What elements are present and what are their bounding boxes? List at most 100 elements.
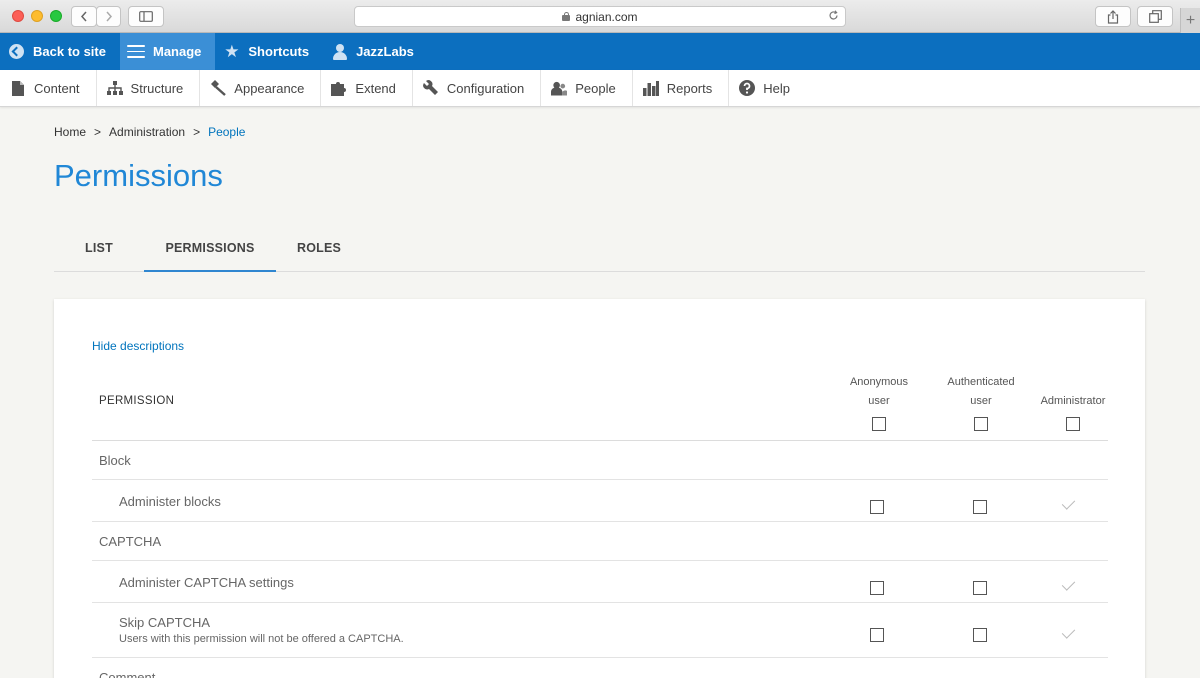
sidebar-toggle-button[interactable] <box>128 6 164 27</box>
zoom-window-button[interactable] <box>50 10 62 22</box>
lock-icon <box>562 12 571 21</box>
forward-nav-button[interactable] <box>96 6 121 27</box>
checkmark-icon <box>1061 496 1077 512</box>
role-name: Anonymous <box>849 376 909 388</box>
tabs-overview-button[interactable] <box>1137 6 1173 27</box>
role-column-authenticated: Authenticated user <box>931 373 1031 431</box>
back-nav-button[interactable] <box>71 6 97 27</box>
checkmark-icon <box>1061 577 1077 593</box>
browser-chrome: agnian.com + <box>0 0 1200 33</box>
permission-column-header: PERMISSION <box>99 395 175 407</box>
new-tab-button[interactable]: + <box>1180 8 1200 33</box>
tab-roles[interactable]: ROLES <box>276 225 362 271</box>
minimize-window-button[interactable] <box>31 10 43 22</box>
share-button[interactable] <box>1095 6 1131 27</box>
hamburger-icon <box>127 43 146 60</box>
breadcrumb-separator: > <box>193 125 201 139</box>
menu-item-structure[interactable]: Structure <box>97 70 201 106</box>
menu-item-label: People <box>575 80 616 96</box>
authenticated-permission-checkbox[interactable] <box>973 581 987 595</box>
group-label: CAPTCHA <box>99 534 162 549</box>
back-to-site-link[interactable]: Back to site <box>0 33 120 70</box>
menu-item-reports[interactable]: Reports <box>633 70 730 106</box>
sitemap-icon <box>106 80 123 96</box>
select-all-administrator-checkbox[interactable] <box>1066 417 1080 431</box>
menu-item-label: Content <box>34 80 80 96</box>
hide-descriptions-link[interactable]: Hide descriptions <box>92 339 184 353</box>
permission-row: Administer CAPTCHA settings <box>92 561 1108 603</box>
permission-row: Skip CAPTCHA Users with this permission … <box>92 603 1108 658</box>
anonymous-permission-checkbox[interactable] <box>870 500 884 514</box>
checkmark-icon <box>1061 625 1077 641</box>
shortcuts-tab[interactable]: ★ Shortcuts <box>215 33 323 70</box>
role-column-anonymous: Anonymous user <box>829 373 929 431</box>
menu-item-content[interactable]: Content <box>0 70 97 106</box>
role-name: user <box>970 395 992 407</box>
menu-item-label: Configuration <box>446 80 525 96</box>
role-name: user <box>868 395 890 407</box>
admin-toolbar: Back to site Manage ★ Shortcuts JazzLabs <box>0 33 1200 70</box>
user-icon <box>331 43 348 60</box>
role-name: Administrator <box>1040 395 1106 407</box>
chevron-right-icon <box>105 11 112 22</box>
group-label: Block <box>99 453 131 468</box>
people-icon <box>551 80 568 96</box>
menu-item-appearance[interactable]: Appearance <box>200 70 322 106</box>
breadcrumb-home[interactable]: Home <box>54 125 86 139</box>
breadcrumb: Home > Administration > People <box>54 125 245 139</box>
chevron-left-icon <box>80 11 87 22</box>
menu-item-label: Help <box>763 80 790 96</box>
puzzle-icon <box>331 80 347 96</box>
authenticated-permission-checkbox[interactable] <box>973 500 987 514</box>
menu-item-label: Appearance <box>234 80 305 96</box>
reload-icon[interactable] <box>828 10 839 24</box>
permission-group-row: CAPTCHA <box>92 522 1108 561</box>
menu-item-extend[interactable]: Extend <box>321 70 413 106</box>
address-bar[interactable]: agnian.com <box>354 6 846 27</box>
tab-list[interactable]: LIST <box>54 225 144 271</box>
tabs: LIST PERMISSIONS ROLES <box>54 225 1145 272</box>
url-text: agnian.com <box>575 9 638 24</box>
shortcuts-label: Shortcuts <box>248 44 310 59</box>
permission-row: Administer blocks <box>92 480 1108 522</box>
permission-group-row: Block <box>92 441 1108 480</box>
paintbrush-icon <box>210 80 227 96</box>
select-all-anonymous-checkbox[interactable] <box>872 417 886 431</box>
select-all-authenticated-checkbox[interactable] <box>974 417 988 431</box>
wrench-icon <box>423 80 439 96</box>
anonymous-permission-checkbox[interactable] <box>870 581 884 595</box>
menu-item-people[interactable]: People <box>541 70 633 106</box>
document-icon <box>10 80 26 96</box>
menu-item-label: Extend <box>355 80 396 96</box>
admin-menu: Content Structure Appearance Extend Conf… <box>0 70 1200 107</box>
role-name: Authenticated <box>947 376 1015 388</box>
menu-item-label: Structure <box>130 80 184 96</box>
menu-item-help[interactable]: Help <box>729 70 806 106</box>
permissions-table-header: PERMISSION Anonymous user Authenticated … <box>92 369 1108 441</box>
permissions-card: Hide descriptions PERMISSION Anonymous u… <box>54 299 1145 678</box>
star-icon: ★ <box>224 42 240 61</box>
manage-tab[interactable]: Manage <box>119 33 216 70</box>
role-column-administrator: Administrator <box>1023 392 1123 431</box>
bar-chart-icon <box>642 80 659 96</box>
menu-item-label: Reports <box>666 80 713 96</box>
permission-label: Administer CAPTCHA settings <box>119 575 294 590</box>
tabs-icon <box>1148 10 1162 23</box>
permission-label: Administer blocks <box>119 494 221 509</box>
sidebar-icon <box>139 11 153 22</box>
user-tab[interactable]: JazzLabs <box>323 33 428 70</box>
anonymous-permission-checkbox[interactable] <box>870 628 884 642</box>
help-icon <box>739 80 756 96</box>
manage-label: Manage <box>152 44 202 59</box>
breadcrumb-separator: > <box>94 125 102 139</box>
authenticated-permission-checkbox[interactable] <box>973 628 987 642</box>
permission-description: Users with this permission will not be o… <box>119 633 404 645</box>
tab-permissions[interactable]: PERMISSIONS <box>144 225 276 272</box>
close-window-button[interactable] <box>12 10 24 22</box>
back-to-site-label: Back to site <box>33 44 106 59</box>
breadcrumb-administration[interactable]: Administration <box>109 125 185 139</box>
menu-item-configuration[interactable]: Configuration <box>413 70 542 106</box>
breadcrumb-people[interactable]: People <box>208 125 245 139</box>
user-label: JazzLabs <box>356 44 414 59</box>
share-icon <box>1107 9 1119 24</box>
